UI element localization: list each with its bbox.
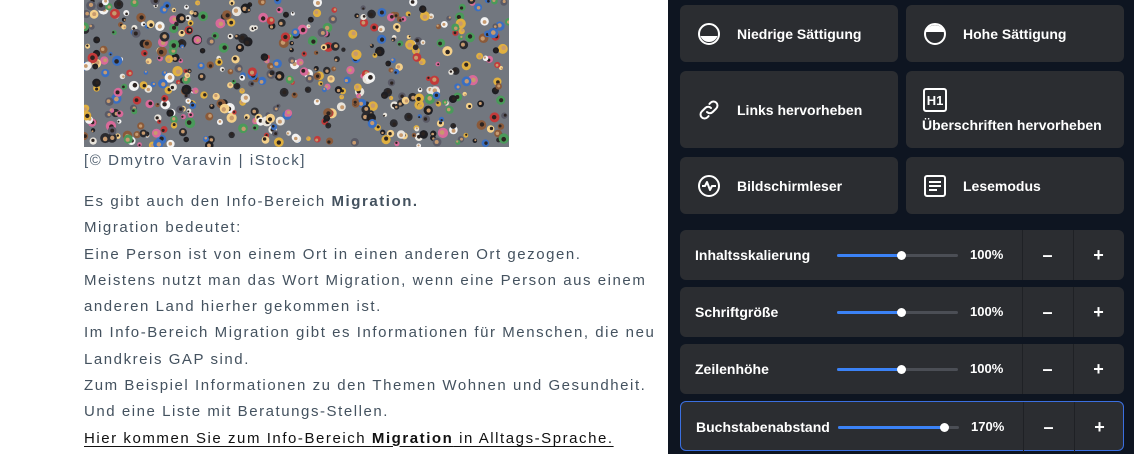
line-height-increase-button[interactable]: + [1073,344,1123,394]
link-text-pre: Hier kommen Sie zum Info-Bereich [84,429,372,447]
slider-fill [838,426,945,429]
text-line: Und eine Liste mit Beratungs-Stellen. [84,403,389,421]
font-size-slider[interactable] [837,308,958,317]
letter-spacing-slider[interactable] [838,423,959,432]
content-scaling-control: Inhaltsskalierung 100% – + [680,230,1124,280]
text-line: anderen Land hierher gekommen ist. [84,298,382,316]
svg-text:H1: H1 [927,93,944,108]
screen-reader-button[interactable]: Bildschirmleser [680,157,898,214]
content-scaling-increase-button[interactable]: + [1073,230,1123,280]
text-line: Landkreis GAP sind. [84,350,250,368]
font-size-control: Schriftgröße 100% – + [680,287,1124,337]
migration-link[interactable]: Hier kommen Sie zum Info-Bereich Migrati… [84,430,614,447]
article-text: Es gibt auch den Info-Bereich Migration.… [84,189,668,452]
low-saturation-button[interactable]: Niedrige Sättigung [680,5,898,62]
highlight-links-label: Links hervorheben [737,101,863,118]
intro-text: Es gibt auch den Info-Bereich [84,193,332,210]
line-height-label: Zeilenhöhe [695,361,769,377]
content-scaling-value: 100% [970,247,1004,262]
text-line: Zum Beispiel Informationen zu den Themen… [84,377,647,395]
content-scaling-label: Inhaltsskalierung [695,247,811,263]
text-line: Meistens nutzt man das Wort Migration, w… [84,271,647,289]
highlight-links-button[interactable]: Links hervorheben [680,71,898,148]
accessibility-panel: Niedrige Sättigung Hohe Sättigung Links … [668,0,1134,454]
heading-h1-icon: H1 [922,87,948,113]
highlight-headings-button[interactable]: H1 Überschriften hervorheben [906,71,1124,148]
text-line: Migration bedeutet: [84,219,242,237]
font-size-decrease-button[interactable]: – [1022,287,1072,337]
slider-fill [837,368,902,371]
font-size-value: 100% [970,304,1004,319]
letter-spacing-increase-button[interactable]: + [1074,402,1124,452]
screen-reader-label: Bildschirmleser [737,177,843,194]
link-icon [696,97,722,123]
high-saturation-icon [922,21,948,47]
letter-spacing-label: Buchstabenabstand [696,419,830,435]
crowd-photo-graphic [84,0,509,147]
slider-fill [837,254,902,257]
letter-spacing-decrease-button[interactable]: – [1023,402,1073,452]
paragraph-intro: Es gibt auch den Info-Bereich Migration. [84,189,668,215]
low-saturation-label: Niedrige Sättigung [737,25,862,42]
letter-spacing-value: 170% [971,419,1005,434]
article: [© Dmytro Varavin | iStock] Es gibt auch… [0,0,668,454]
slider-handle[interactable] [940,423,950,432]
highlight-headings-label: Überschriften hervorheben [922,116,1102,133]
letter-spacing-control: Buchstabenabstand 170% – + [680,401,1124,452]
line-height-control: Zeilenhöhe 100% – + [680,344,1124,394]
crowd-photo [84,0,509,147]
low-saturation-icon [696,21,722,47]
font-size-label: Schriftgröße [695,304,779,320]
content-scaling-slider[interactable] [837,251,958,260]
text-line: Eine Person ist von einem Ort in einen a… [84,245,582,263]
content-scaling-decrease-button[interactable]: – [1022,230,1072,280]
line-height-slider[interactable] [837,365,958,374]
line-height-value: 100% [970,361,1004,376]
text-line: Im Info-Bereich Migration gibt es Inform… [84,324,656,342]
slider-handle[interactable] [897,308,907,317]
reading-mode-label: Lesemodus [963,177,1041,194]
slider-fill [837,311,902,314]
high-saturation-label: Hohe Sättigung [963,25,1067,42]
intro-bold: Migration. [331,193,419,210]
high-saturation-button[interactable]: Hohe Sättigung [906,5,1124,62]
slider-handle[interactable] [897,251,907,260]
reading-mode-button[interactable]: Lesemodus [906,157,1124,214]
screen-reader-pulse-icon [696,173,722,199]
reading-mode-icon [922,173,948,199]
link-text-post: in Alltags-Sprache. [453,429,614,447]
line-height-decrease-button[interactable]: – [1022,344,1072,394]
migration-link-line: Hier kommen Sie zum Info-Bereich Migrati… [84,426,668,452]
photo-credit: [© Dmytro Varavin | iStock] [84,152,307,169]
slider-handle[interactable] [897,365,907,374]
font-size-increase-button[interactable]: + [1073,287,1123,337]
link-text-bold: Migration [371,429,454,447]
